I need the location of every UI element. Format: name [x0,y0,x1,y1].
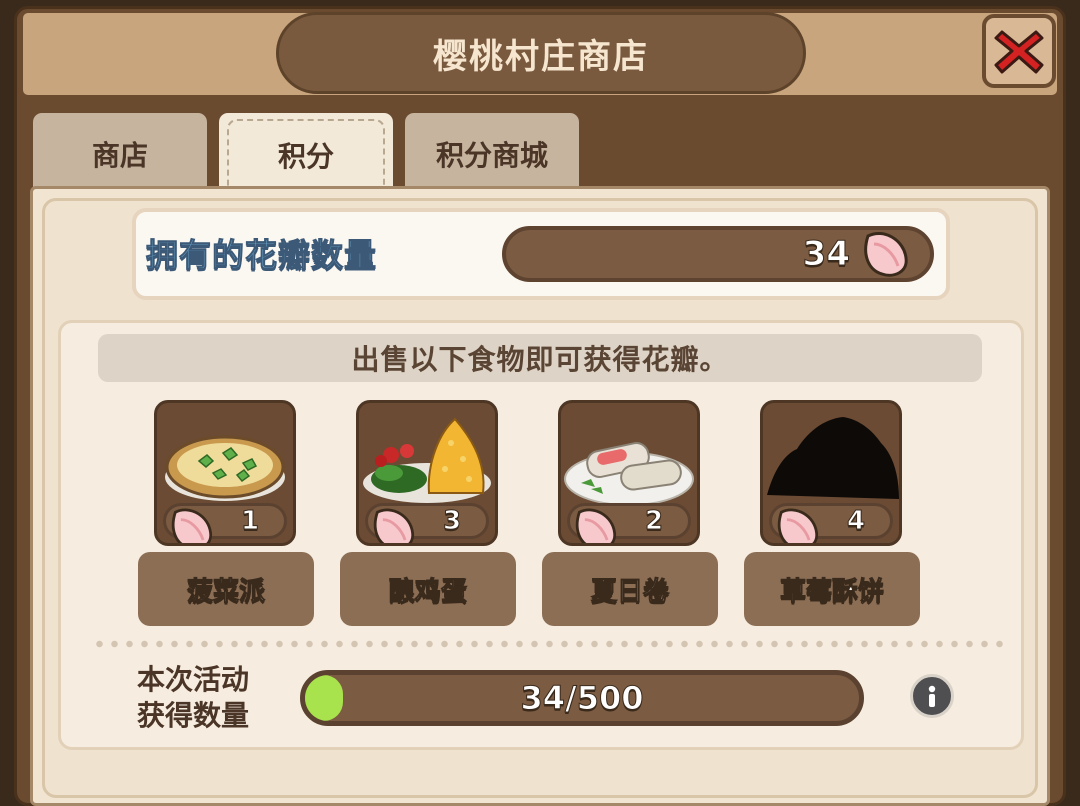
spinach-pie-icon [165,435,285,501]
petal-icon [777,508,818,543]
event-label: 本次活动 获得数量 [137,662,277,734]
event-label-line2: 获得数量 [137,699,250,732]
petal-label: 拥有的花瓣数量 [145,236,378,275]
close-button[interactable] [982,14,1056,88]
event-label-line1: 本次活动 [137,663,250,696]
close-x-icon [994,30,1044,74]
food-card-summer-roll[interactable]: 2 [558,400,700,546]
food-reward: 3 [442,506,462,537]
food-card-stuffed-egg[interactable]: 3 [356,400,498,546]
petal-icon [373,508,414,543]
petal-icon [864,232,908,277]
food-card-spinach-pie[interactable]: 1 [154,400,296,546]
petal-icon [575,508,616,543]
food-reward: 4 [846,506,866,537]
dotted-divider [92,640,1006,648]
food-name-stuffed-egg[interactable]: 酿鸡蛋 [340,552,516,626]
stuffed-egg-icon [363,417,491,503]
info-icon [928,685,936,707]
food-reward: 1 [240,506,260,537]
food-name-strawberry-shortcake[interactable]: 草莓酥饼 [744,552,920,626]
petal-count: 34 [802,234,850,275]
tab-shop[interactable]: 商店 [30,110,210,188]
info-button[interactable] [910,674,954,718]
food-reward: 2 [644,506,664,537]
food-name-summer-roll[interactable]: 夏日卷 [542,552,718,626]
tab-points[interactable]: 积分 [216,110,396,190]
strawberry-shortcake-silhouette-icon [767,417,899,499]
petal-icon [171,508,212,543]
food-card-strawberry-shortcake[interactable]: 4 [760,400,902,546]
food-name-spinach-pie[interactable]: 菠菜派 [138,552,314,626]
event-progress-text: 34/500 [520,679,644,718]
summer-roll-icon [564,442,694,506]
shop-title: 樱桃村庄商店 [276,12,806,94]
tab-points-mall[interactable]: 积分商城 [402,110,582,188]
sell-instruction: 出售以下食物即可获得花瓣。 [98,334,982,382]
